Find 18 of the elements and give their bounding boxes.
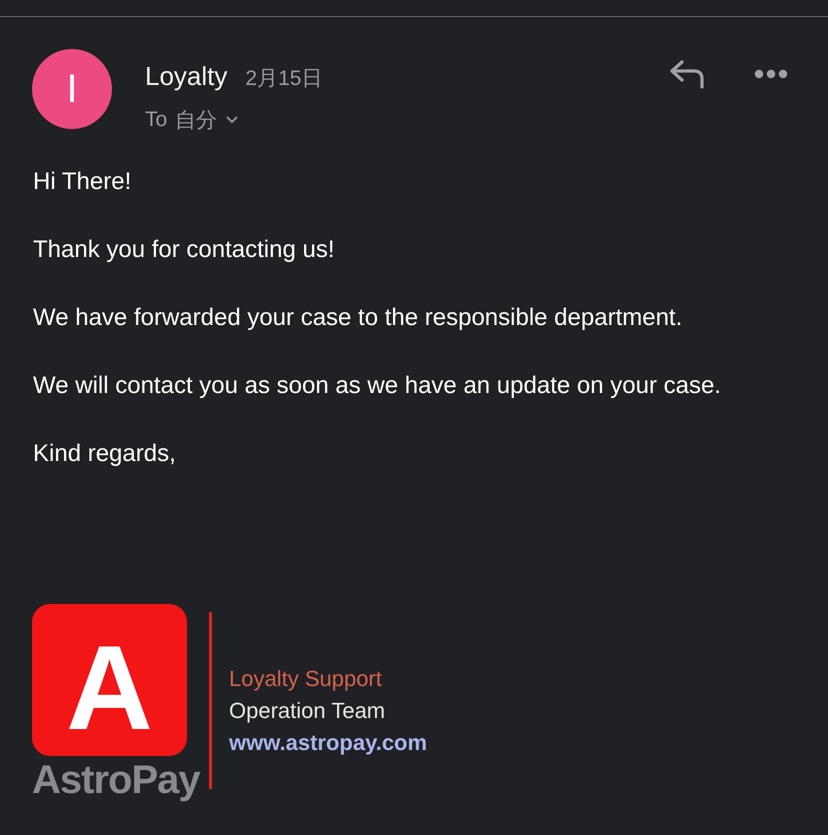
logo-tile: A — [32, 604, 187, 756]
message-paragraph: Kind regards, — [33, 440, 177, 468]
website-link[interactable]: www.astropay.com — [229, 730, 428, 756]
message-paragraph: We have forwarded your case to the responsible department. — [33, 304, 684, 332]
signature-team: Operation Team — [229, 698, 386, 724]
sender-avatar: I — [32, 49, 112, 129]
message-paragraph: We will contact you as soon as we have an update on your case. — [33, 372, 722, 400]
logo-wordmark: AstroPay — [32, 758, 200, 803]
reply-icon[interactable] — [668, 59, 706, 89]
recipient-label: To — [145, 108, 168, 132]
message-paragraph: Hi There! — [33, 168, 132, 196]
chevron-down-icon[interactable] — [225, 115, 240, 125]
more-icon[interactable] — [754, 69, 788, 79]
email-date: 2月15日 — [245, 66, 322, 92]
sender-name: Loyalty — [145, 61, 228, 92]
signature-title: Loyalty Support — [229, 666, 383, 692]
recipient-name[interactable]: 自分 — [175, 106, 218, 134]
message-paragraph: Thank you for contacting us! — [33, 236, 336, 264]
